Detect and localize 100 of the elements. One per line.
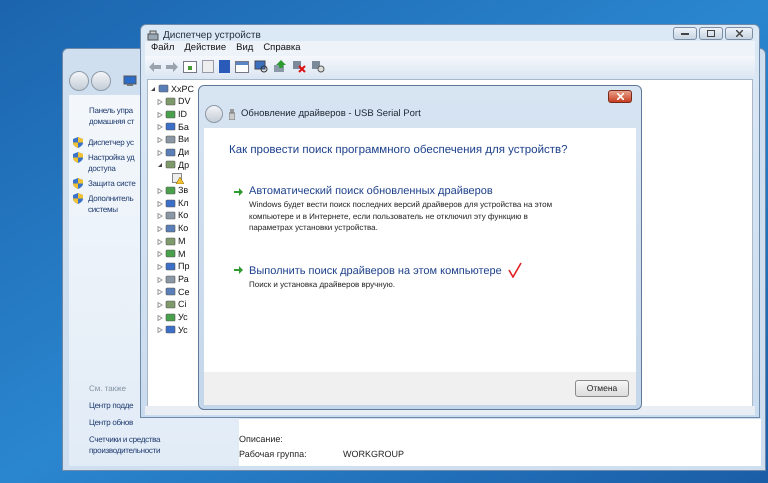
collapsed-arrow-icon[interactable] <box>157 112 163 118</box>
option-link[interactable]: Автоматический поиск обновленных драйверов <box>249 184 493 198</box>
nav-link[interactable]: Настройка уд доступа <box>88 152 134 174</box>
collapsed-arrow-icon[interactable] <box>157 226 163 232</box>
close-icon <box>736 30 742 37</box>
collapsed-arrow-icon[interactable] <box>157 276 163 283</box>
tree-item[interactable]: Пр <box>178 260 190 274</box>
tree-item[interactable]: Ус <box>178 324 188 338</box>
option-description: Windows будет вести поиск последних версий драйверов для устройства на этом компьютере и в Интернете, если пользователь не отключил эту функцию в параметрах установки устройства. <box>249 199 554 234</box>
tree-item[interactable]: Сі <box>178 298 186 312</box>
device-icon <box>165 262 176 272</box>
see-also-link[interactable]: Центр подде <box>89 400 134 411</box>
device-icon <box>165 198 176 209</box>
nav-link[interactable]: Дополнитель системы <box>88 193 134 215</box>
menu-item[interactable]: Действие <box>184 41 226 56</box>
home-link[interactable]: Панель упра домашняя ст <box>89 105 134 127</box>
window-icon[interactable] <box>235 60 249 72</box>
tree-item[interactable]: Зв <box>178 184 188 198</box>
collapsed-arrow-icon[interactable] <box>157 188 163 194</box>
collapsed-arrow-icon[interactable] <box>157 327 163 334</box>
device-icon <box>165 300 176 310</box>
device-icon <box>165 312 176 323</box>
see-also-link[interactable]: Счетчики и средства производительности <box>89 434 160 456</box>
option-link[interactable]: Выполнить поиск драйверов на этом компьютере <box>249 264 502 278</box>
collapsed-arrow-icon[interactable] <box>157 238 163 245</box>
tree-item[interactable]: Ба <box>178 120 189 134</box>
device-icon <box>165 274 176 285</box>
dialog-title: Обновление драйверов - USB Serial Port <box>241 106 421 121</box>
shield-icon <box>73 178 83 189</box>
menu-item[interactable]: Файл <box>151 41 174 56</box>
nav-link[interactable]: Диспетчер ус <box>88 137 134 148</box>
dialog-heading: Как провести поиск программного обеспечения для устройств? <box>229 143 568 158</box>
tree-item[interactable]: Др <box>178 158 190 172</box>
back-button[interactable] <box>205 105 223 123</box>
computer-icon <box>123 75 137 87</box>
tree-item[interactable]: ID <box>178 108 187 122</box>
forward-arrow-icon[interactable] <box>166 62 178 72</box>
collapsed-arrow-icon[interactable] <box>157 137 163 144</box>
maximize-icon <box>707 30 715 37</box>
device-manager-icon <box>147 30 159 41</box>
detail-label: Описание: <box>239 433 284 445</box>
see-also-link[interactable]: Центр обнов <box>89 417 133 428</box>
back-button[interactable] <box>69 71 89 91</box>
tree-item[interactable]: Кл <box>178 196 188 210</box>
menu-item[interactable]: Вид <box>236 41 254 56</box>
expanded-arrow-icon[interactable] <box>157 162 163 168</box>
collapsed-arrow-icon[interactable] <box>157 150 163 156</box>
collapsed-arrow-icon[interactable] <box>157 302 163 308</box>
device-icon <box>165 236 176 247</box>
forward-button[interactable] <box>91 71 111 91</box>
window-title: Диспетчер устройств <box>163 29 261 43</box>
back-arrow-icon[interactable] <box>149 62 161 72</box>
disable-device-icon[interactable] <box>292 60 306 73</box>
collapsed-arrow-icon[interactable] <box>157 99 163 106</box>
arrow-icon <box>234 188 243 196</box>
shield-icon <box>73 137 83 148</box>
device-icon <box>165 97 176 108</box>
collapsed-arrow-icon[interactable] <box>157 264 163 270</box>
collapsed-arrow-icon[interactable] <box>157 289 163 296</box>
tree-item[interactable]: М <box>178 234 186 248</box>
section-heading: См. также <box>89 383 126 394</box>
device-icon <box>165 186 176 196</box>
collapsed-arrow-icon[interactable] <box>157 200 163 207</box>
close-icon <box>616 93 624 100</box>
tree-item[interactable]: Ко <box>178 209 188 223</box>
cancel-button[interactable]: Отмена <box>575 380 629 397</box>
device-icon <box>165 110 176 120</box>
device-icon <box>165 122 176 132</box>
expanded-arrow-icon[interactable] <box>150 86 156 92</box>
device-icon <box>165 287 176 298</box>
tree-item[interactable]: Ди <box>178 146 190 160</box>
collapsed-arrow-icon[interactable] <box>157 213 163 220</box>
device-warning-icon[interactable] <box>172 172 184 184</box>
tree-item[interactable]: Ви <box>178 133 190 147</box>
detail-value: WORKGROUP <box>343 448 404 460</box>
menu-item[interactable]: Справка <box>263 41 301 56</box>
nav-link[interactable]: Защита систе <box>88 178 136 189</box>
tree-item[interactable]: Ко <box>178 222 188 236</box>
arrow-icon <box>234 266 243 274</box>
close-button[interactable] <box>725 27 753 40</box>
close-button[interactable] <box>608 90 632 103</box>
device-icon <box>165 325 176 336</box>
tree-item[interactable]: Ус <box>178 310 188 324</box>
tree-item[interactable]: DV <box>178 95 191 109</box>
tree-item[interactable]: М <box>178 248 186 262</box>
maximize-button[interactable] <box>699 27 723 40</box>
usb-plug-icon <box>229 108 235 120</box>
device-icon <box>165 224 176 234</box>
shield-icon <box>73 193 83 204</box>
minimize-button[interactable] <box>673 27 697 40</box>
update-driver-icon[interactable] <box>273 60 287 73</box>
collapsed-arrow-icon[interactable] <box>157 251 163 258</box>
option-description: Поиск и установка драйверов вручную. <box>249 278 396 290</box>
tree-item[interactable]: Се <box>178 286 190 300</box>
tree-item[interactable]: XxPC <box>171 82 194 96</box>
collapsed-arrow-icon[interactable] <box>157 314 163 321</box>
document-icon[interactable] <box>202 60 214 73</box>
collapsed-arrow-icon[interactable] <box>157 124 163 130</box>
device-icon <box>165 135 176 146</box>
tree-item[interactable]: Ра <box>178 272 189 286</box>
